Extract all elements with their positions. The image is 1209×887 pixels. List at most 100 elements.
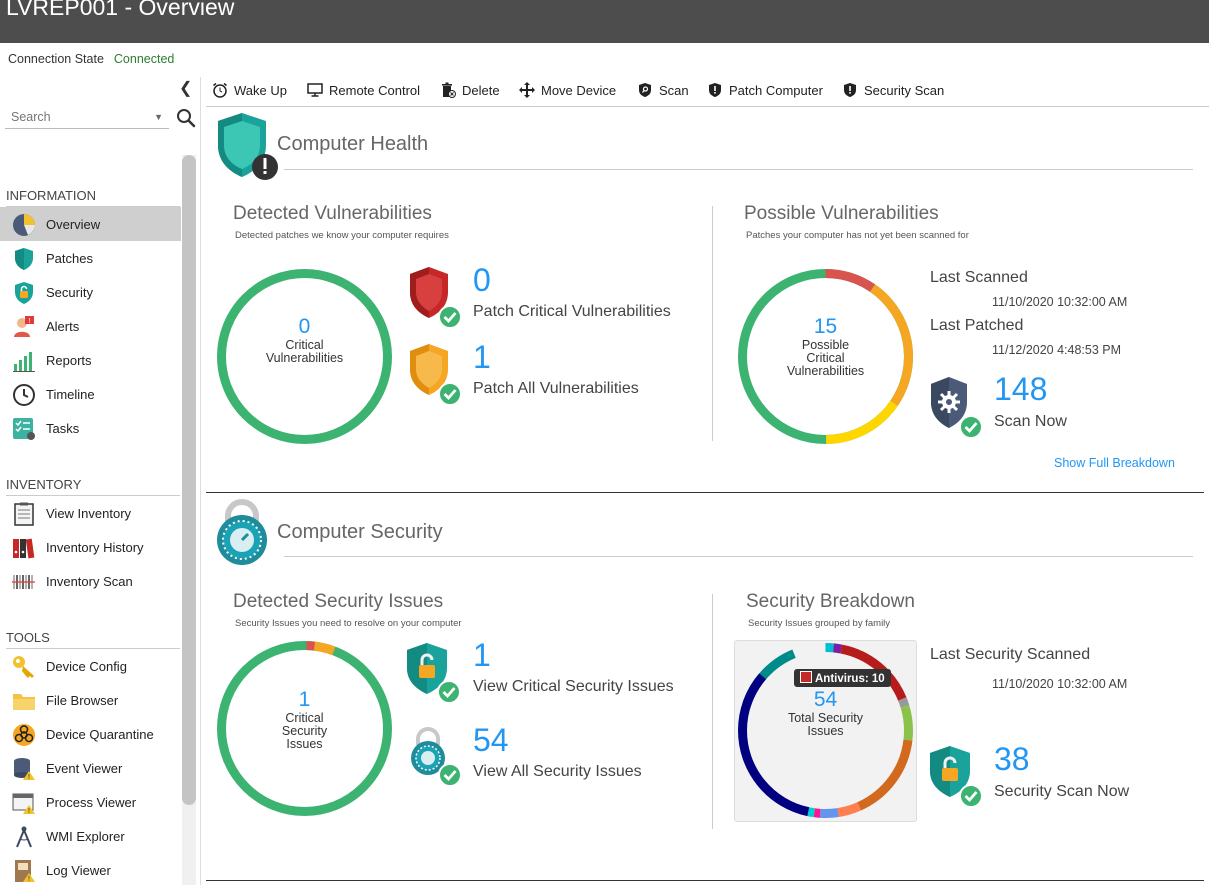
sidebar-item-device-quarantine[interactable]: Device Quarantine (0, 717, 181, 751)
patch-critical-vulnerabilities-link[interactable]: Patch Critical Vulnerabilities (473, 303, 671, 321)
scan-now-link[interactable]: Scan Now (994, 413, 1067, 431)
window-title: LVREP001 - Overview (6, 0, 235, 20)
sidebar-item-timeline[interactable]: Timeline (0, 377, 181, 411)
bar-chart-icon (13, 352, 35, 372)
section-divider (206, 492, 1204, 493)
ring-label: Possible (801, 338, 850, 352)
patch-critical-count[interactable]: 0 (473, 262, 491, 299)
toolbar: Wake Up Remote Control Delete Move Devic… (206, 76, 1209, 107)
show-full-breakdown-link[interactable]: Show Full Breakdown (1054, 456, 1175, 470)
critical-security-issues-ring-value: 1 (298, 688, 311, 711)
search-input[interactable] (5, 108, 157, 126)
sidebar-item-process-viewer[interactable]: ! Process Viewer (0, 785, 181, 819)
sidebar-item-inventory-scan[interactable]: Inventory Scan (0, 564, 181, 598)
sidebar-item-label: View Inventory (46, 506, 132, 521)
last-patched-value: 11/12/2020 4:48:53 PM (992, 343, 1122, 357)
health-title-underline (284, 169, 1193, 170)
sidebar-item-label: Event Viewer (46, 761, 123, 776)
clock-icon (13, 384, 35, 406)
sidebar-item-label: Tasks (46, 421, 80, 436)
security-breakdown-ring-label: 54 Total Security Issues (737, 689, 914, 738)
security-title-underline (284, 556, 1193, 557)
monitor-icon (307, 83, 323, 97)
security-scan-button[interactable]: Security Scan (842, 82, 944, 98)
book-icon: ! (15, 860, 35, 883)
toolbar-label: Wake Up (234, 83, 287, 98)
toolbar-label: Delete (462, 83, 500, 98)
critical-vulnerability-shield-icon (410, 267, 462, 329)
sidebar-item-view-inventory[interactable]: View Inventory (0, 496, 181, 530)
scan-shield-icon (639, 83, 651, 97)
remote-control-button[interactable]: Remote Control (307, 82, 420, 98)
all-security-issues-count[interactable]: 54 (473, 722, 509, 759)
sidebar-item-inventory-history[interactable]: Inventory History (0, 530, 181, 564)
trash-icon (442, 82, 456, 98)
ring-label: Security (281, 724, 328, 738)
search-dropdown-icon[interactable]: ▼ (154, 112, 163, 122)
patch-all-count[interactable]: 1 (473, 339, 491, 376)
ring-label: Issues (807, 724, 844, 738)
sidebar-item-alerts[interactable]: ! Alerts (0, 309, 181, 343)
section-divider (206, 880, 1204, 881)
move-device-button[interactable]: Move Device (519, 82, 616, 98)
section-information: INFORMATION (6, 188, 180, 207)
sidebar-item-reports[interactable]: Reports (0, 343, 181, 377)
detected-vulnerabilities-title: Detected Vulnerabilities (233, 203, 432, 224)
security-scan-now-count[interactable]: 38 (994, 741, 1030, 778)
possible-vulnerabilities-subtitle: Patches your computer has not yet been s… (746, 230, 969, 241)
search-icon[interactable] (176, 108, 196, 128)
possible-vulnerabilities-ring-label: 15 Possible Critical Vulnerabilities (737, 316, 914, 378)
health-section-title: Computer Health (277, 133, 429, 155)
sidebar-item-label: Timeline (46, 387, 95, 402)
barcode-icon (12, 575, 35, 589)
sidebar-item-log-viewer[interactable]: ! Log Viewer (0, 853, 181, 887)
sidebar-item-label: Inventory History (46, 540, 144, 555)
connection-label: Connection State (8, 52, 104, 66)
health-shield-icon (218, 113, 278, 180)
sidebar-item-overview[interactable]: Overview (0, 207, 181, 241)
scan-now-count[interactable]: 148 (994, 371, 1047, 408)
critical-vulnerabilities-ring-value: 0 (298, 315, 311, 338)
connection-value: Connected (113, 52, 175, 66)
scan-button[interactable]: Scan (637, 82, 689, 98)
view-critical-security-issues-link[interactable]: View Critical Security Issues (473, 678, 674, 696)
patch-computer-button[interactable]: Patch Computer (707, 82, 823, 98)
view-all-security-issues-link[interactable]: View All Security Issues (473, 763, 642, 781)
sidebar-item-security[interactable]: Security (0, 275, 181, 309)
sidebar-item-event-viewer[interactable]: ! Event Viewer (0, 751, 181, 785)
shield-icon (15, 248, 33, 270)
sidebar-item-device-config[interactable]: Device Config (0, 649, 181, 683)
sidebar-item-wmi-explorer[interactable]: WMI Explorer (0, 819, 181, 853)
security-breakdown-subtitle: Security Issues grouped by family (748, 618, 891, 629)
svg-text:!: ! (29, 318, 31, 325)
sidebar-scrollbar-thumb[interactable] (182, 155, 196, 805)
tooltip-text: Antivirus: 10 (815, 673, 885, 685)
sidebar-item-label: Reports (46, 353, 92, 368)
sidebar-item-patches[interactable]: Patches (0, 241, 181, 275)
ring-label: Critical (285, 711, 324, 725)
wake-up-button[interactable]: Wake Up (212, 82, 287, 98)
last-patched-label: Last Patched (930, 317, 1024, 334)
title-bar: LVREP001 - Overview (0, 0, 1209, 43)
toolbar-label: Remote Control (329, 83, 421, 98)
all-security-padlock-icon (411, 727, 462, 787)
last-security-scanned-label: Last Security Scanned (930, 646, 1091, 663)
pie-chart-icon (13, 214, 35, 236)
scan-gear-shield-icon (931, 377, 983, 439)
sidebar-item-label: Device Quarantine (46, 727, 154, 742)
detected-vulnerabilities-subtitle: Detected patches we know your computer r… (235, 230, 449, 241)
security-scan-now-link[interactable]: Security Scan Now (994, 783, 1129, 801)
folder-icon (13, 694, 35, 710)
move-icon (519, 82, 535, 98)
sidebar-item-tasks[interactable]: Tasks (0, 411, 181, 445)
ring-label: Issues (286, 737, 323, 751)
patch-shield-icon (709, 83, 721, 97)
patch-all-vulnerabilities-link[interactable]: Patch All Vulnerabilities (473, 380, 639, 398)
delete-button[interactable]: Delete (440, 82, 500, 98)
sidebar-item-label: Device Config (46, 659, 127, 674)
security-section-title: Computer Security (277, 521, 443, 543)
sidebar-item-file-browser[interactable]: File Browser (0, 683, 181, 717)
critical-security-issues-count[interactable]: 1 (473, 637, 491, 674)
search-box[interactable]: ▼ (5, 108, 169, 129)
collapse-sidebar-icon[interactable]: ❮ (179, 78, 192, 98)
